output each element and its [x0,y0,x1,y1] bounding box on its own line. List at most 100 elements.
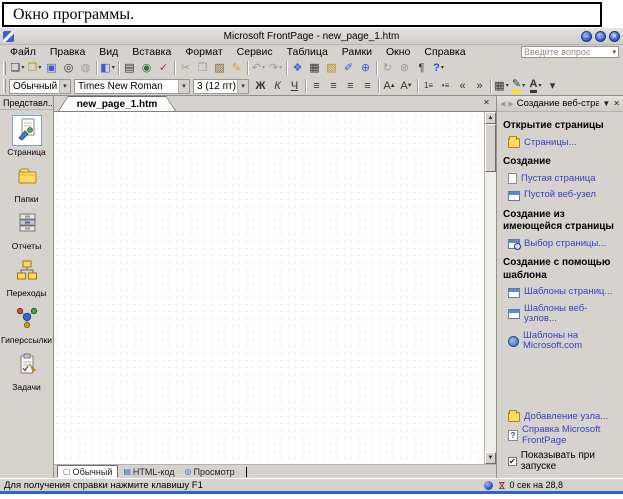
cut-button[interactable]: ✂ [177,60,194,76]
menu-format[interactable]: Формат [178,46,229,59]
link-empty-web[interactable]: Пустой веб-узел [508,190,618,200]
insert-table-button[interactable]: ▦ [306,60,323,76]
title-bar[interactable]: Microsoft FrontPage - new_page_1.htm – □… [0,29,623,45]
highlight-button[interactable]: ✎▾ [510,78,527,94]
web-component-button[interactable]: ❖ [289,60,306,76]
checkbox-check-icon[interactable]: ✔ [508,457,517,466]
task-pane-forward-icon[interactable]: ▶ [508,100,513,108]
sidebar-item-reports[interactable]: Отчеты [0,209,53,251]
question-dropdown-icon[interactable]: ▾ [612,48,618,56]
menu-table[interactable]: Таблица [280,46,335,59]
tab-normal-view[interactable]: ▢ Обычный [57,465,118,478]
bullet-list-button[interactable]: •≡ [437,78,454,94]
minimize-button[interactable]: – [581,31,592,42]
align-justify-button[interactable]: ≡ [359,78,376,94]
redo-dropdown-icon[interactable]: ▾ [279,65,282,71]
open-dropdown-icon[interactable]: ▾ [38,65,41,71]
menu-view[interactable]: Вид [92,46,125,59]
scroll-down-icon[interactable]: ▼ [485,452,496,464]
page-canvas[interactable] [54,112,484,464]
menu-window[interactable]: Окно [379,46,417,59]
toggle-pane-dropdown-icon[interactable]: ▾ [112,65,115,71]
link-web-templates[interactable]: Шаблоны веб-узлов... [508,304,618,325]
scroll-up-icon[interactable]: ▲ [485,112,496,124]
link-frontpage-help[interactable]: ? Справка Microsoft FrontPage [508,425,618,446]
help-dropdown-icon[interactable]: ▾ [441,65,444,71]
align-right-button[interactable]: ≡ [342,78,359,94]
help-button[interactable]: ?▾ [430,60,447,76]
stop-button[interactable]: ⊗ [396,60,413,76]
open-button[interactable]: ❐▾ [26,60,43,76]
numbered-list-button[interactable]: 1≡ [420,78,437,94]
task-pane-close-icon[interactable]: ✕ [613,99,620,108]
preview-in-browser-button[interactable]: ◉ [138,60,155,76]
link-templates-online[interactable]: Шаблоны на Microsoft.com [508,331,618,352]
document-tab[interactable]: new_page_1.htm [58,96,176,111]
print-button[interactable]: ▤ [121,60,138,76]
undo-dropdown-icon[interactable]: ▾ [262,65,265,71]
tab-html-view[interactable]: ▤ HTML-код [118,465,179,478]
insert-picture-button[interactable]: ▧ [323,60,340,76]
spelling-button[interactable]: ✓ [155,60,172,76]
link-pages[interactable]: Страницы... [508,138,618,148]
refresh-button[interactable]: ↻ [379,60,396,76]
borders-dropdown-icon[interactable]: ▾ [506,83,509,89]
link-add-site[interactable]: Добавление узла... [508,412,618,422]
search-button[interactable]: ◎ [60,60,77,76]
sidebar-item-hyperlinks[interactable]: Гиперссылки [0,303,53,345]
bold-button[interactable]: Ж [252,78,269,94]
menu-edit[interactable]: Правка [43,46,92,59]
question-input[interactable] [522,47,612,57]
menu-tools[interactable]: Сервис [230,46,280,59]
new-page-dropdown-icon[interactable]: ▾ [21,65,24,71]
increase-font-size-button[interactable]: А▲ [381,78,398,94]
sidebar-item-page[interactable]: Страница [0,115,53,157]
style-combobox[interactable]: Обычный ▾ [9,79,71,94]
font-color-dropdown-icon[interactable]: ▾ [538,83,541,89]
font-size-dropdown-icon[interactable]: ▾ [237,80,248,93]
scrollbar-track[interactable] [485,124,496,452]
font-size-combobox[interactable]: 3 (12 пт) ▾ [193,79,249,94]
menu-insert[interactable]: Вставка [125,46,178,59]
toolbar-grip[interactable] [3,61,6,75]
font-dropdown-icon[interactable]: ▾ [178,80,189,93]
show-all-button[interactable]: ¶ [413,60,430,76]
link-blank-page[interactable]: Пустая страница [508,173,618,184]
insert-hyperlink-button[interactable]: ⊕ [357,60,374,76]
highlight-dropdown-icon[interactable]: ▾ [522,83,525,89]
toggle-pane-button[interactable]: ◧▾ [99,60,116,76]
font-combobox[interactable]: Times New Roman ▾ [74,79,190,94]
italic-button[interactable]: К [269,78,286,94]
maximize-button[interactable]: □ [595,31,606,42]
task-pane-dropdown-icon[interactable]: ▼ [602,99,610,108]
save-button[interactable]: ▣ [43,60,60,76]
close-page-icon[interactable]: ✕ [480,97,493,110]
scrollbar-thumb[interactable] [485,124,496,172]
publish-web-button[interactable]: ◍ [77,60,94,76]
task-pane-back-icon[interactable]: ◀ [500,100,505,108]
increase-indent-button[interactable]: » [471,78,488,94]
toolbar-options-button[interactable]: ▾ [544,78,561,94]
close-button[interactable]: ✕ [609,31,620,42]
show-at-startup-checkbox[interactable]: ✔ Показывать при запуске [508,450,618,472]
sidebar-item-navigation[interactable]: Переходы [0,256,53,298]
link-choose-page[interactable]: Выбор страницы... [508,239,618,249]
align-center-button[interactable]: ≡ [325,78,342,94]
decrease-font-size-button[interactable]: А▼ [398,78,415,94]
style-dropdown-icon[interactable]: ▾ [59,80,70,93]
paste-button[interactable]: ▨ [211,60,228,76]
align-left-button[interactable]: ≡ [308,78,325,94]
decrease-indent-button[interactable]: « [454,78,471,94]
format-painter-button[interactable]: ✎ [228,60,245,76]
link-page-templates[interactable]: Шаблоны страниц... [508,287,618,297]
toolbar-grip[interactable] [3,79,6,93]
menu-file[interactable]: Файл [3,46,43,59]
sidebar-item-folders[interactable]: Папки [0,162,53,204]
undo-button[interactable]: ↶▾ [250,60,267,76]
sidebar-item-tasks[interactable]: Задачи [0,350,53,392]
new-page-button[interactable]: ❏▾ [9,60,26,76]
tab-preview-view[interactable]: ◎ Просмотр [180,465,240,478]
menu-help[interactable]: Справка [417,46,472,59]
drawing-button[interactable]: ✐ [340,60,357,76]
underline-button[interactable]: Ч [286,78,303,94]
